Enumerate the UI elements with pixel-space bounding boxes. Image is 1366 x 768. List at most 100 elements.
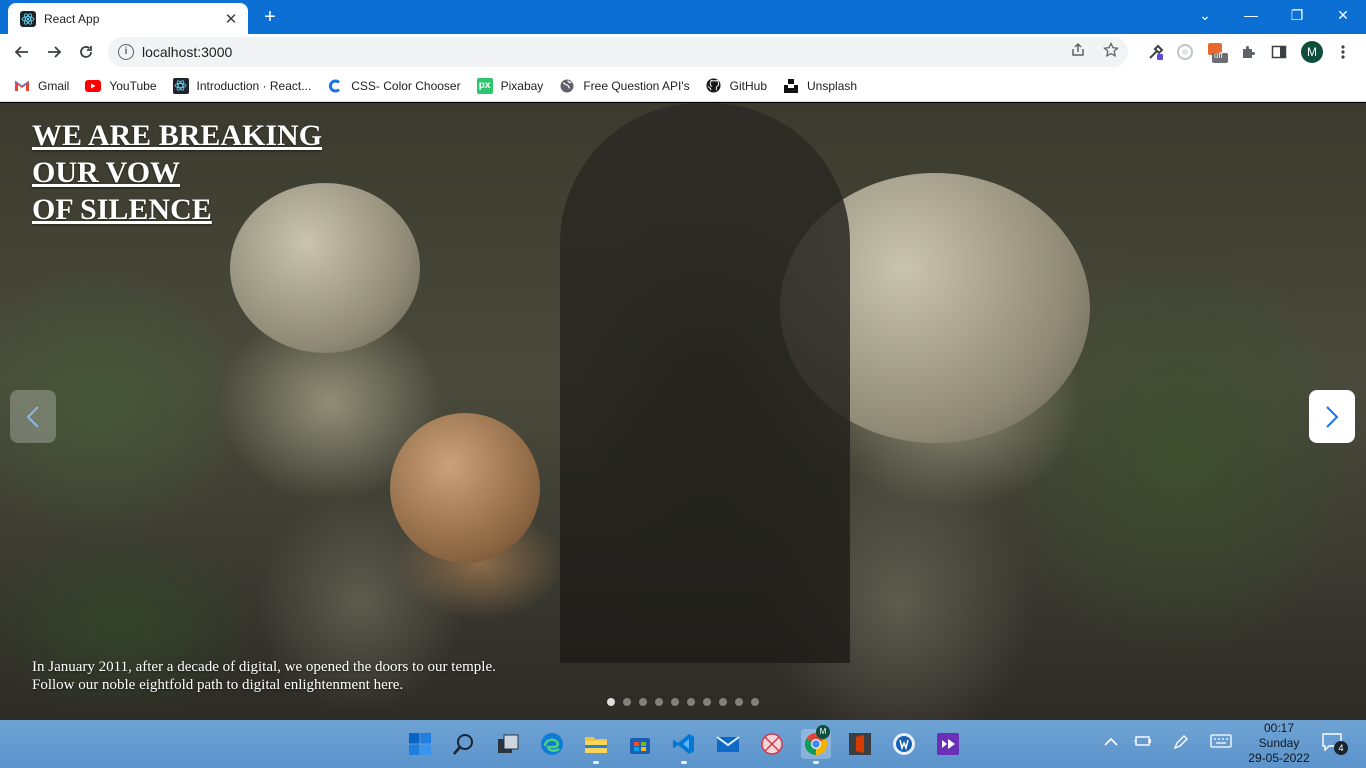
tab-title: React App <box>44 11 100 26</box>
carousel-prev-button[interactable] <box>10 390 56 443</box>
pixabay-icon: px <box>476 77 493 94</box>
small-figure-head <box>390 413 540 563</box>
address-bar[interactable]: i localhost:3000 <box>108 37 1128 67</box>
office-icon[interactable] <box>845 729 875 759</box>
chrome-icon[interactable]: M <box>801 725 831 764</box>
carousel-indicator-dot[interactable] <box>655 698 663 706</box>
bookmark-free-question-api[interactable]: Free Question API's <box>559 78 690 94</box>
puzzle-extensions-icon[interactable] <box>1237 41 1259 63</box>
carousel-indicator-dot[interactable] <box>751 698 759 706</box>
headline-line: OUR VOW <box>32 156 181 189</box>
pen-icon[interactable] <box>1170 734 1192 754</box>
notification-count-badge: 4 <box>1334 741 1348 755</box>
side-panel-icon[interactable] <box>1268 41 1290 63</box>
unsplash-icon <box>783 78 799 94</box>
carousel-indicator-dot[interactable] <box>703 698 711 706</box>
bookmark-star-icon[interactable] <box>1101 41 1121 62</box>
new-tab-button[interactable]: + <box>258 6 282 28</box>
extension-off-badge: off <box>1214 51 1223 60</box>
forward-button[interactable] <box>39 37 69 67</box>
carousel-next-button[interactable] <box>1309 390 1355 443</box>
share-icon[interactable] <box>1068 42 1088 62</box>
windows-taskbar: M 00:17 Sunday 29-05-2022 4 <box>0 720 1366 768</box>
clock-day: Sunday <box>1258 736 1300 750</box>
carousel-caption: In January 2011, after a decade of digit… <box>32 658 496 694</box>
carousel-indicator-dot[interactable] <box>719 698 727 706</box>
minimize-button[interactable]: — <box>1228 0 1274 30</box>
back-button[interactable] <box>7 37 37 67</box>
react-icon <box>172 77 189 94</box>
globe-icon <box>559 78 575 94</box>
clock-date: 29-05-2022 <box>1248 751 1310 765</box>
github-icon <box>706 78 722 94</box>
tab-search-chevron-icon[interactable]: ⌄ <box>1182 0 1228 30</box>
touch-keyboard-icon[interactable] <box>1208 734 1234 752</box>
carousel-indicator-dot[interactable] <box>623 698 631 706</box>
carousel-indicator-dot[interactable] <box>687 698 695 706</box>
headline-line: WE ARE BREAKING <box>32 119 323 152</box>
bookmark-label: Gmail <box>38 78 70 93</box>
bookmark-unsplash[interactable]: Unsplash <box>783 78 857 94</box>
tray-chevron-up-icon[interactable] <box>1100 734 1122 751</box>
gmail-icon <box>14 78 30 94</box>
url-text[interactable]: localhost:3000 <box>142 44 232 60</box>
chevron-left-icon <box>26 405 39 428</box>
caption-line: In January 2011, after a decade of digit… <box>32 659 496 675</box>
file-explorer-icon[interactable] <box>581 729 611 764</box>
loader-extension-icon[interactable] <box>1174 41 1196 63</box>
close-window-button[interactable]: ✕ <box>1320 0 1366 30</box>
bookmark-label: Pixabay <box>500 78 544 93</box>
edge-icon[interactable] <box>537 729 567 759</box>
carousel-indicator-dot[interactable] <box>671 698 679 706</box>
arrow-left-icon <box>14 46 28 58</box>
clock-time: 00:17 <box>1263 721 1295 735</box>
carousel-indicators <box>607 698 767 706</box>
bookmark-label: GitHub <box>729 78 768 93</box>
temple-door <box>560 103 850 663</box>
wordpad-icon[interactable] <box>889 729 919 759</box>
bookmark-label: CSS- Color Chooser <box>351 78 461 93</box>
reload-icon <box>80 46 92 58</box>
bookmark-label: YouTube <box>109 78 157 93</box>
snipping-tool-icon[interactable] <box>757 729 787 759</box>
vscode-icon[interactable] <box>669 729 699 764</box>
mail-icon[interactable] <box>713 729 743 759</box>
chrome-profile-badge: M <box>816 725 830 739</box>
search-icon[interactable] <box>449 729 479 759</box>
bookmark-react[interactable]: Introduction · React... <box>172 77 312 94</box>
browser-toolbar: i localhost:3000 off M <box>0 34 1366 70</box>
bookmark-label: Introduction · React... <box>196 78 312 93</box>
restore-button[interactable]: ❐ <box>1274 0 1320 30</box>
visual-studio-icon[interactable] <box>933 729 963 759</box>
bookmark-github[interactable]: GitHub <box>706 78 767 94</box>
color-picker-extension-icon[interactable] <box>1145 41 1167 63</box>
carousel-indicator-dot[interactable] <box>639 698 647 706</box>
chevron-right-icon <box>1326 405 1339 428</box>
task-view-icon[interactable] <box>493 729 523 759</box>
bookmarks-bar: Gmail YouTube Introduction · React... CS… <box>0 70 1366 102</box>
extension-off-icon[interactable]: off <box>1206 41 1228 63</box>
site-info-icon[interactable]: i <box>118 44 134 60</box>
carousel: WE ARE BREAKING OUR VOW OF SILENCE In Ja… <box>0 103 1366 720</box>
carousel-indicator-dot[interactable] <box>607 698 615 706</box>
bookmark-label: Free Question API's <box>583 78 690 93</box>
carousel-headline: WE ARE BREAKING OUR VOW OF SILENCE <box>32 117 322 228</box>
microsoft-store-icon[interactable] <box>625 729 655 759</box>
windows-start-icon[interactable] <box>405 729 435 759</box>
bookmark-label: Unsplash <box>807 78 858 93</box>
browser-tab-active[interactable]: React App ✕ <box>8 3 248 34</box>
caption-line: Follow our noble eightfold path to digit… <box>32 677 404 693</box>
profile-avatar[interactable]: M <box>1301 41 1323 63</box>
tab-close-icon[interactable]: ✕ <box>220 8 242 30</box>
notification-center-button[interactable]: 4 <box>1322 733 1348 755</box>
bookmark-gmail[interactable]: Gmail <box>14 78 69 94</box>
battery-icon[interactable] <box>1132 734 1154 751</box>
bookmark-pixabay[interactable]: px Pixabay <box>476 77 544 94</box>
reload-button[interactable] <box>71 37 101 67</box>
bookmark-youtube[interactable]: YouTube <box>85 78 157 94</box>
carousel-indicator-dot[interactable] <box>735 698 743 706</box>
bookmark-css-color[interactable]: CSS- Color Chooser <box>327 78 461 94</box>
youtube-icon <box>85 78 102 94</box>
system-clock[interactable]: 00:17 Sunday 29-05-2022 <box>1240 721 1318 766</box>
menu-kebab-icon[interactable] <box>1332 41 1354 63</box>
